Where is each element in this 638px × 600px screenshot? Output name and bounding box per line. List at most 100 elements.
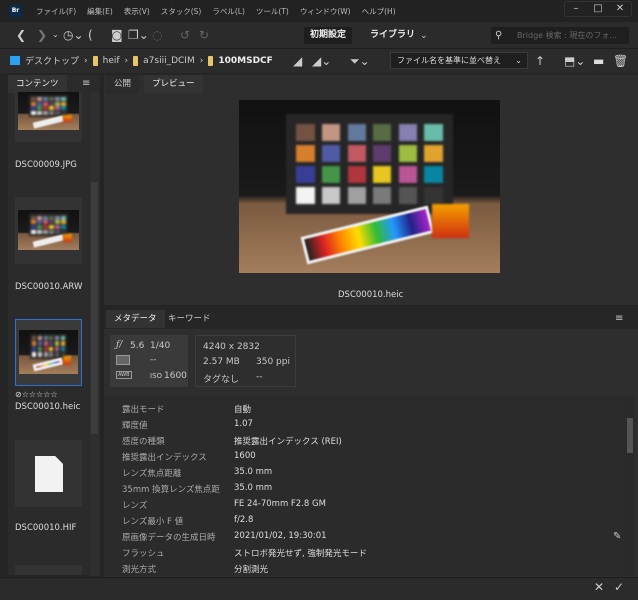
thumbnail-filename[interactable]: DSC00010.heic [15, 402, 80, 412]
recent-history-icon[interactable]: ◷⌄ [63, 28, 84, 42]
metadata-value[interactable]: 1.07 [234, 419, 253, 431]
sort-ascending-icon[interactable]: ↑ [535, 54, 545, 68]
workspace-library-tab[interactable]: ライブラリ [364, 27, 421, 44]
tab-content[interactable]: コンテンツ [8, 75, 67, 93]
menu-label[interactable]: ラベル(L) [212, 6, 245, 17]
color-patch [43, 225, 48, 230]
thumbnail-item-selected[interactable] [15, 319, 82, 386]
edit-pencil-icon[interactable]: ✎ [613, 530, 621, 544]
metadata-key: レンズ焦点距離 [122, 469, 182, 479]
filter-icon[interactable]: ⏷⌄ [350, 54, 370, 68]
tag-extra-value: -- [256, 372, 263, 382]
metadata-value[interactable]: 1600 [234, 451, 256, 463]
thumbnail-filename[interactable]: DSC00010.HIF [15, 523, 76, 533]
copy-stack-icon[interactable]: ❐⌄ [128, 28, 149, 42]
thumbnail-item[interactable] [15, 197, 82, 264]
metadata-value[interactable]: 自動 [234, 403, 251, 415]
metadata-value[interactable]: FE 24-70mm F2.8 GM [234, 499, 326, 511]
crumb-a7siii[interactable]: a7siii_DCIM [143, 56, 195, 66]
metadata-scrollbar-thumb[interactable] [627, 418, 633, 453]
color-patch [49, 225, 54, 230]
crumb-current[interactable]: 100MSDCF [218, 56, 272, 66]
thumbnail-item[interactable] [15, 440, 82, 507]
metadata-row: 測光方式 分割測光 [122, 563, 268, 575]
metadata-value[interactable]: f/2.8 [234, 515, 253, 527]
tab-publish[interactable]: 公開 [106, 75, 140, 93]
thumbnail-filename[interactable]: DSC00010.ARW [15, 282, 82, 292]
rotate-left-icon[interactable]: ↺ [180, 28, 190, 42]
crumb-desktop[interactable]: デスクトップ [25, 54, 79, 67]
workspace-more-icon[interactable]: ⌄ [420, 29, 428, 43]
color-patch [61, 97, 66, 102]
camera-import-icon[interactable]: ◙ [111, 28, 123, 42]
open-recent-icon[interactable]: ⬒⌄ [564, 54, 585, 68]
color-patch [49, 106, 54, 111]
metadata-value[interactable]: 35.0 mm [234, 467, 272, 479]
metadata-value[interactable]: 2021/01/02, 19:30:01 [234, 531, 327, 543]
thumbnail-image [18, 210, 79, 250]
color-patch [55, 335, 60, 341]
workspace-essentials-tab[interactable]: 初期設定 [304, 27, 353, 44]
sort-select[interactable]: ファイル名を基準に並べ替え ⌄ [390, 52, 528, 69]
color-checker [28, 213, 68, 237]
metadata-value[interactable]: ストロボ発光せず, 強制発光モード [234, 547, 367, 559]
color-patch [55, 352, 60, 357]
quality-icon[interactable]: ◢ [293, 54, 302, 68]
new-folder-icon[interactable]: ▬ [593, 54, 604, 68]
panel-menu-icon[interactable]: ≡ [615, 312, 623, 326]
maximize-button[interactable]: □ [587, 2, 609, 16]
rating-filter-icon[interactable]: ◢⌄ [312, 54, 331, 68]
crumb-heif[interactable]: heif [103, 56, 120, 66]
star-rating[interactable]: ☆☆☆☆☆ [22, 390, 58, 399]
color-patch [55, 215, 60, 220]
metadata-value[interactable]: 推奨露出インデックス (REI) [234, 435, 342, 447]
color-patch [49, 352, 54, 357]
menu-tools[interactable]: ツール(T) [256, 6, 289, 17]
search-icon[interactable]: ⚲ [495, 29, 502, 43]
preview-image[interactable] [239, 100, 500, 273]
metadata-key: 35mm 換算レンズ焦点距 [122, 485, 220, 495]
content-scrollbar-thumb[interactable] [91, 182, 98, 434]
shutter-value: 1/40 [150, 341, 171, 351]
color-patch [31, 352, 37, 357]
forward-icon[interactable]: ❯ [37, 28, 47, 42]
metadata-value[interactable]: 35.0 mm [234, 483, 272, 495]
orange-box [63, 114, 72, 123]
tab-preview[interactable]: プレビュー [144, 75, 203, 93]
back-icon[interactable]: ❮ [16, 28, 26, 42]
metadata-value[interactable]: 分割測光 [234, 563, 268, 575]
apply-check-icon[interactable]: ✓ [614, 580, 624, 594]
rotate-right-icon[interactable]: ↻ [199, 28, 209, 42]
reject-icon[interactable]: ⊘ [15, 390, 22, 399]
thumbnail-item[interactable] [15, 92, 82, 142]
minimize-button[interactable]: – [565, 2, 587, 16]
color-patch [43, 230, 48, 234]
metadata-row: フラッシュ ストロボ発光せず, 強制発光モード [122, 547, 367, 559]
close-button[interactable]: ✕ [609, 2, 631, 16]
generic-file-icon [35, 456, 63, 492]
cancel-icon[interactable]: ✕ [594, 580, 604, 594]
menu-view[interactable]: 表示(V) [124, 6, 150, 17]
tab-metadata[interactable]: メタデータ [106, 310, 165, 328]
refine-icon[interactable]: ◌ [152, 28, 162, 42]
metadata-key: フラッシュ [122, 549, 165, 559]
menu-file[interactable]: ファイル(F) [36, 6, 76, 17]
panel-menu-icon[interactable]: ≡ [82, 77, 90, 91]
thumbnail-item[interactable] [15, 565, 82, 575]
trash-icon[interactable]: 🗑 [613, 54, 628, 68]
tab-keywords[interactable]: キーワード [160, 310, 219, 328]
menu-window[interactable]: ウィンドウ(W) [300, 6, 351, 17]
menu-help[interactable]: ヘルプ(H) [362, 6, 396, 17]
metadata-key: レンズ最小 F 値 [122, 517, 184, 527]
color-patch [424, 124, 443, 142]
thumbnail-filename[interactable]: DSC00009.JPG [15, 160, 77, 170]
color-patch [43, 215, 48, 220]
boomerang-icon[interactable]: ( [88, 28, 93, 42]
metadata-key: 輝度値 [122, 421, 148, 431]
chevron-down-icon[interactable]: ⌄ [52, 28, 59, 42]
menu-stack[interactable]: スタック(S) [161, 6, 202, 17]
color-patch [31, 106, 36, 111]
search-input[interactable]: Bridge 検索 : 現在のフォ... [491, 27, 629, 44]
menu-bar: ファイル(F) 編集(E) 表示(V) スタック(S) ラベル(L) ツール(T… [36, 6, 396, 17]
menu-edit[interactable]: 編集(E) [87, 6, 113, 17]
